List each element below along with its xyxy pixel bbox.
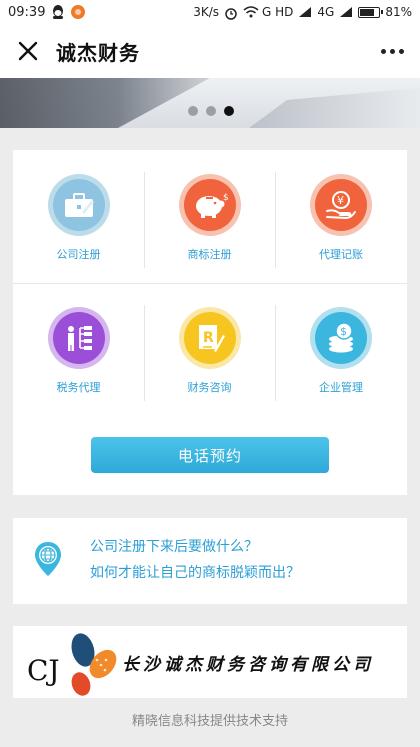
- coin-stack-icon: $: [315, 312, 367, 364]
- title-bar: 诚杰财务: [0, 24, 420, 78]
- carousel-indicators: [188, 106, 234, 116]
- document-pen-icon: R: [183, 312, 236, 364]
- carousel-dot-1[interactable]: [188, 106, 198, 116]
- more-menu-button[interactable]: [364, 24, 420, 78]
- more-dot-icon: [380, 48, 386, 54]
- company-name: 长沙诚杰财务咨询有限公司: [122, 655, 374, 675]
- piggy-bank-icon: $: [183, 179, 236, 231]
- wifi-icon: [243, 6, 259, 18]
- service-tax-agency[interactable]: 税务代理: [13, 307, 144, 417]
- signal-type: 4G: [317, 5, 335, 19]
- faq-card: 公司注册下来后要做什么？ 如何才能让自己的商标脱颖而出？: [13, 518, 407, 604]
- company-logo: CJ: [27, 633, 117, 696]
- service-financial-consulting[interactable]: R 财务咨询: [144, 307, 275, 417]
- faq-link-1[interactable]: 公司注册下来后要做什么？: [90, 536, 258, 556]
- svg-text:$: $: [223, 193, 228, 203]
- service-company-registration[interactable]: 公司注册: [13, 174, 144, 284]
- service-trademark-registration[interactable]: $ 商标注册: [144, 174, 275, 284]
- svg-text:¥: ¥: [337, 194, 344, 207]
- network-type: G HD: [262, 5, 294, 19]
- battery-level: [360, 8, 375, 16]
- more-dot-icon: [398, 48, 404, 54]
- close-button[interactable]: [0, 24, 56, 78]
- banner-carousel[interactable]: [0, 78, 420, 128]
- page-title: 诚杰财务: [56, 40, 140, 65]
- service-icon-ring: ¥: [310, 174, 372, 236]
- phone-appointment-button[interactable]: 电话预约: [91, 437, 329, 473]
- service-icon-ring: [47, 174, 110, 236]
- logo-text: CJ: [27, 654, 60, 687]
- alarm-icon: [224, 6, 238, 20]
- battery-percent: 81%: [385, 5, 412, 19]
- service-icon-ring: R: [178, 307, 241, 369]
- status-time: 09:39: [8, 4, 46, 20]
- faq-link-2[interactable]: 如何才能让自己的商标脱颖而出？: [90, 562, 300, 582]
- briefcase-icon: [52, 179, 105, 231]
- service-bookkeeping[interactable]: ¥ 代理记账: [275, 174, 407, 284]
- coin-hand-icon: ¥: [315, 179, 367, 231]
- service-label: 商标注册: [187, 248, 232, 261]
- service-label: 财务咨询: [187, 381, 232, 394]
- signal-bars-icon: [339, 6, 353, 18]
- banner-image-detail: [249, 88, 420, 128]
- close-icon: [18, 41, 38, 61]
- status-bar: 09:39 3K/s G HD 4G 81%: [0, 0, 420, 24]
- banner-image: [0, 78, 210, 128]
- carousel-dot-2[interactable]: [206, 106, 216, 116]
- app-notification-icon: [71, 5, 86, 19]
- svg-text:$: $: [340, 325, 347, 338]
- service-icon-ring: $: [178, 174, 241, 236]
- service-label: 代理记账: [319, 248, 363, 261]
- services-card: 公司注册 $ 商标注册 ¥ 代理记账 税务代理 R 财务咨询 $ 企业管理 电话…: [13, 150, 407, 495]
- network-speed: 3K/s: [193, 5, 219, 19]
- service-enterprise-management[interactable]: $ 企业管理: [275, 307, 407, 417]
- footer-credit: 精晓信息科技提供技术支持: [131, 714, 288, 729]
- service-label: 企业管理: [319, 381, 363, 394]
- qq-icon: [51, 4, 65, 20]
- more-dot-icon: [389, 48, 395, 54]
- carousel-dot-3[interactable]: [224, 106, 234, 116]
- org-chart-icon: [52, 312, 105, 364]
- service-icon-ring: $: [310, 307, 372, 369]
- service-label: 税务代理: [56, 381, 101, 394]
- service-icon-ring: [47, 307, 110, 369]
- service-label: 公司注册: [56, 248, 101, 261]
- signal-icon: [298, 6, 312, 18]
- battery-icon: [358, 6, 384, 18]
- globe-pin-icon: [35, 542, 61, 576]
- company-card: CJ 长沙诚杰财务咨询有限公司: [13, 626, 407, 698]
- svg-text:R: R: [203, 330, 214, 346]
